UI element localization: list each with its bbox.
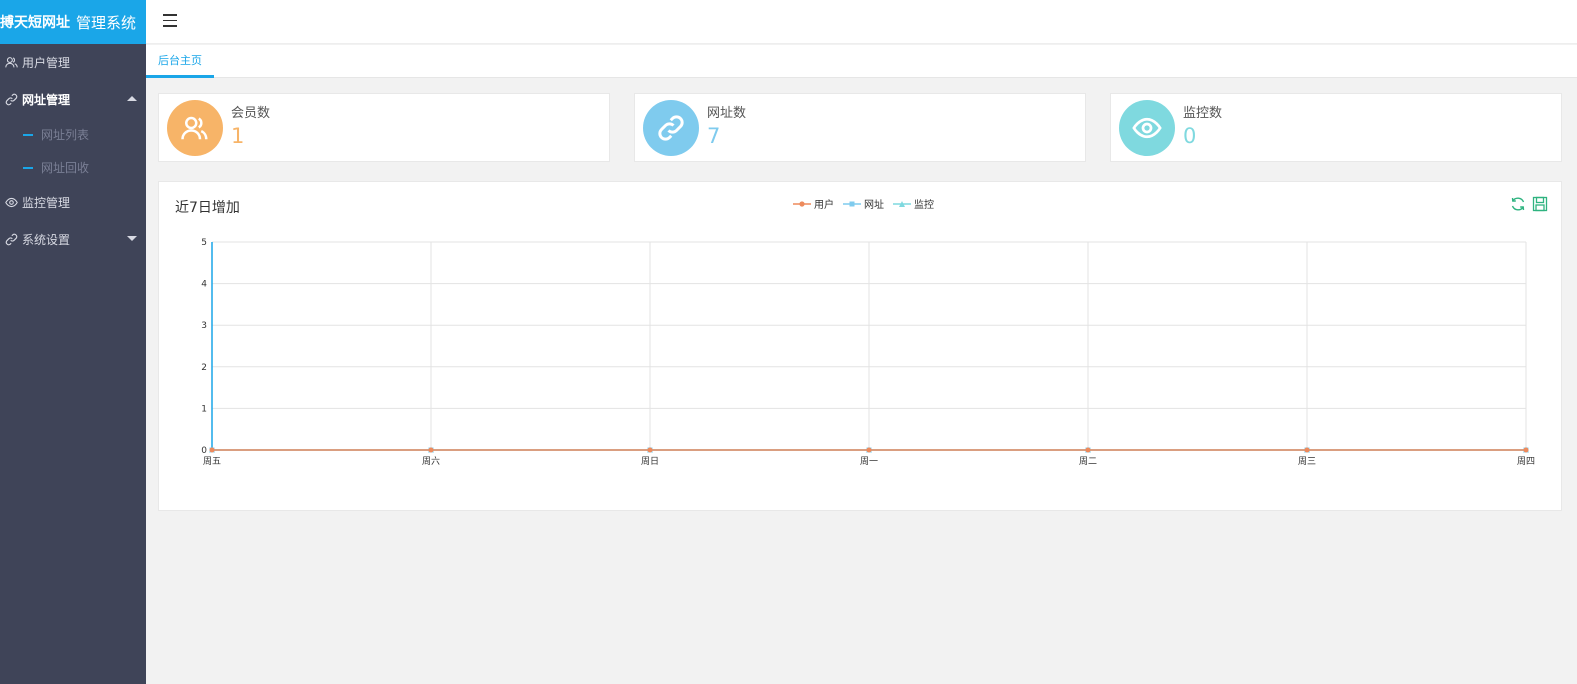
app-logo[interactable]: 搏天短网址 管理系统 [0, 0, 146, 44]
stat-card-members: 会员数 1 [158, 93, 610, 162]
data-point [866, 447, 872, 453]
y-tick-label: 0 [201, 446, 207, 456]
sidebar-item-monitor[interactable]: 监控管理 [0, 184, 146, 221]
link-icon [0, 93, 22, 106]
menu-toggle-icon[interactable] [163, 14, 177, 27]
sidebar-item-settings[interactable]: 系统设置 [0, 221, 146, 258]
stat-card-monitors: 监控数 0 [1110, 93, 1562, 162]
data-point [1085, 447, 1091, 453]
stat-card-urls: 网址数 7 [634, 93, 1086, 162]
stat-value: 1 [231, 124, 245, 148]
app-title-bold: 搏天短网址 [0, 15, 70, 31]
dash-marker [23, 133, 33, 136]
data-point [1304, 447, 1310, 453]
tab-dashboard[interactable]: 后台主页 [146, 45, 214, 78]
stat-value: 7 [707, 124, 721, 148]
y-tick-label: 4 [201, 280, 207, 290]
stat-title: 会员数 [231, 106, 271, 121]
y-tick-label: 1 [201, 404, 207, 414]
sidebar-subitem-url-recycle[interactable]: 网址回收 [0, 151, 146, 184]
link-icon [0, 233, 22, 246]
x-tick-label: 周六 [422, 455, 440, 467]
eye-icon [0, 196, 22, 209]
sidebar-subitem-label: 网址列表 [41, 128, 90, 142]
chart-panel: 近7日增加 用户 网址 监控 0 1 2 3 4 5 周五 周六 周日 周一 周二 周三 周四 [158, 181, 1562, 511]
stat-title: 网址数 [707, 106, 747, 121]
chevron-down-icon [127, 236, 137, 241]
users-icon [0, 56, 22, 69]
line-chart: 0 1 2 3 4 5 周五 周六 周日 周一 周二 周三 周四 [201, 238, 1535, 467]
sidebar-item-label: 网址管理 [22, 93, 71, 107]
x-tick-label: 周四 [1517, 456, 1535, 467]
users-icon [167, 100, 223, 156]
chevron-up-icon [127, 96, 137, 101]
sidebar-item-label: 系统设置 [22, 233, 71, 247]
y-tick-label: 2 [201, 363, 207, 373]
link-icon [643, 100, 699, 156]
sidebar-item-label: 用户管理 [22, 56, 71, 70]
dash-marker [23, 166, 33, 169]
x-tick-label: 周五 [203, 456, 221, 467]
sidebar-item-users[interactable]: 用户管理 [0, 44, 146, 81]
stat-value: 0 [1183, 124, 1197, 148]
sidebar-item-label: 监控管理 [22, 196, 71, 210]
data-point [1523, 447, 1529, 453]
app-title-light: 管理系统 [76, 13, 137, 32]
sidebar: 搏天短网址 管理系统 用户管理 网址管理 网址列表 网址回收 监控管理 系统设置 [0, 0, 146, 684]
x-tick-label: 周日 [641, 456, 659, 467]
sidebar-item-urls[interactable]: 网址管理 [0, 81, 146, 118]
y-tick-label: 3 [201, 321, 207, 331]
data-point [428, 447, 434, 453]
sidebar-subitem-label: 网址回收 [41, 161, 90, 175]
tab-bar: 后台主页 [146, 45, 1577, 78]
sidebar-subitem-url-list[interactable]: 网址列表 [0, 118, 146, 151]
x-tick-label: 周三 [1298, 456, 1316, 467]
eye-icon [1119, 100, 1175, 156]
x-tick-label: 周一 [860, 456, 878, 467]
y-tick-label: 5 [201, 238, 207, 248]
data-point [647, 447, 653, 453]
data-point [209, 447, 215, 453]
x-tick-label: 周二 [1079, 456, 1097, 467]
stat-title: 监控数 [1183, 106, 1223, 121]
top-bar [146, 0, 1577, 44]
